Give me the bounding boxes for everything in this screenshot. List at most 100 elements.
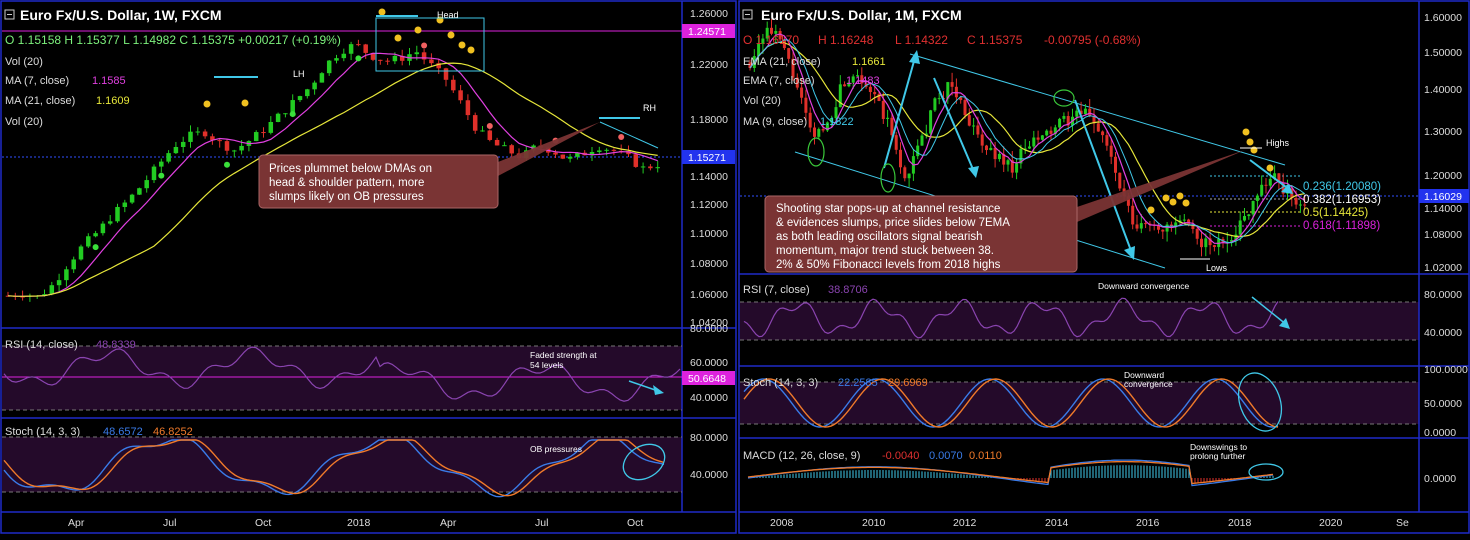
candle-body — [1032, 137, 1036, 147]
right-macd-v3: 0.0110 — [969, 450, 1002, 462]
candle-body — [1101, 131, 1105, 136]
signal-dot — [1242, 128, 1250, 136]
candle-body — [804, 97, 808, 113]
candle-body — [429, 59, 434, 64]
candle-body — [443, 68, 449, 80]
price-tick-label: 1.50000 — [1424, 47, 1462, 59]
left-callout-line1: Prices plummet below DMAs on — [269, 163, 432, 175]
left-stoch-note: OB pressures — [530, 444, 582, 454]
left-rsi-value: 48.8339 — [96, 339, 136, 351]
time-tick-label: Apr — [440, 517, 457, 529]
candle-body — [873, 92, 877, 95]
candle-body — [655, 167, 660, 169]
time-tick-label: Apr — [68, 517, 85, 529]
candle-body — [800, 87, 804, 98]
left-rsi-label: RSI (14, close) — [5, 339, 78, 351]
right-stoch-label: Stoch (14, 3, 3) — [743, 377, 818, 389]
price-tick-label: 1.20000 — [1424, 170, 1462, 182]
candle-body — [188, 131, 193, 142]
candle-body — [224, 141, 230, 151]
time-tick-label: Oct — [627, 517, 643, 529]
signal-dot — [394, 34, 402, 42]
candle-body — [283, 113, 288, 115]
candle-body — [64, 269, 69, 281]
candle-body — [494, 139, 500, 146]
right-stoch-note2: convergence — [1124, 379, 1173, 389]
signal-dot — [421, 42, 428, 49]
price-tick-label: 1.06000 — [690, 289, 728, 301]
left-stoch-label: Stoch (14, 3, 3) — [5, 426, 80, 438]
candle-body — [648, 166, 653, 169]
left-rsi-axis3: 40.0000 — [690, 392, 728, 404]
candle-body — [604, 149, 609, 151]
candle-body — [967, 115, 971, 126]
candle-body — [305, 89, 310, 97]
candle-body — [195, 131, 201, 133]
candle-body — [821, 129, 825, 131]
candle-body — [122, 202, 128, 207]
price-tick-label: 1.18000 — [690, 114, 728, 126]
chart-stage: Head LH RH Prices plummet below DMAs on … — [0, 0, 1470, 535]
left-vol-label: Vol (20) — [5, 56, 43, 68]
left-stoch-k: 48.6572 — [103, 426, 143, 438]
candle-body — [472, 115, 478, 131]
candle-body — [1243, 216, 1246, 221]
candle-body — [348, 44, 354, 54]
candle-body — [78, 246, 84, 260]
candle-body — [916, 145, 920, 157]
candle-body — [560, 154, 566, 159]
left-rsi-axis1: 80.0000 — [690, 323, 728, 335]
candle-body — [985, 145, 988, 151]
price-tick-label: 1.12000 — [690, 199, 728, 211]
time-tick-label: 2012 — [953, 517, 977, 529]
candle-body — [937, 98, 941, 100]
left-stoch-axis1: 80.0000 — [690, 432, 728, 444]
candle-body — [808, 112, 812, 128]
signal-dot — [158, 172, 165, 179]
signal-dot — [203, 100, 211, 108]
candle-body — [1083, 108, 1087, 115]
candle-body — [1028, 146, 1031, 149]
candle-body — [1144, 223, 1148, 225]
right-rsi-label: RSI (7, close) — [743, 284, 810, 296]
signal-dot — [92, 244, 99, 251]
right-highs-label: Highs — [1266, 138, 1290, 148]
price-tick-label: 1.40000 — [1424, 84, 1462, 96]
signal-dot — [486, 122, 493, 129]
candle-body — [1200, 238, 1203, 248]
candle-body — [1135, 224, 1139, 229]
candle-body — [1238, 220, 1242, 235]
head-label: Head — [437, 10, 459, 20]
candle-body — [502, 145, 507, 147]
left-price-tag: 1.15271 — [688, 152, 726, 164]
candle-body — [509, 145, 514, 154]
candle-body — [392, 55, 398, 62]
right-rsi-note: Downward convergence — [1098, 281, 1189, 291]
candle-body — [1165, 224, 1169, 232]
candle-body — [326, 60, 332, 74]
right-macd-note2: prolong further — [1190, 451, 1245, 461]
time-tick-label: Jul — [163, 517, 176, 529]
candle-body — [894, 135, 898, 150]
signal-dot — [224, 161, 230, 168]
right-ema7-value: 1.1483 — [846, 75, 880, 87]
time-tick-label: 2008 — [770, 517, 794, 529]
signal-dot — [1162, 194, 1170, 202]
left-vol2-label: Vol (20) — [5, 116, 43, 128]
candle-body — [1204, 238, 1208, 248]
candle-body — [881, 100, 885, 119]
price-tick-label: 1.22000 — [690, 59, 728, 71]
right-callout-line1: Shooting star pops-up at channel resista… — [776, 203, 1000, 215]
candle-body — [180, 141, 186, 148]
candle-body — [49, 285, 55, 295]
right-ohlc-close: C 1.15375 — [967, 33, 1023, 47]
candle-body — [1105, 135, 1109, 146]
right-lows-label: Lows — [1206, 263, 1228, 273]
candle-body — [414, 52, 420, 55]
left-rsi-axis2: 60.0000 — [690, 357, 728, 369]
candle-body — [1255, 195, 1259, 201]
candle-body — [980, 134, 984, 146]
candle-body — [933, 98, 937, 111]
right-macd-label: MACD (12, 26, close, 9) — [743, 450, 860, 462]
candle-body — [597, 150, 602, 152]
